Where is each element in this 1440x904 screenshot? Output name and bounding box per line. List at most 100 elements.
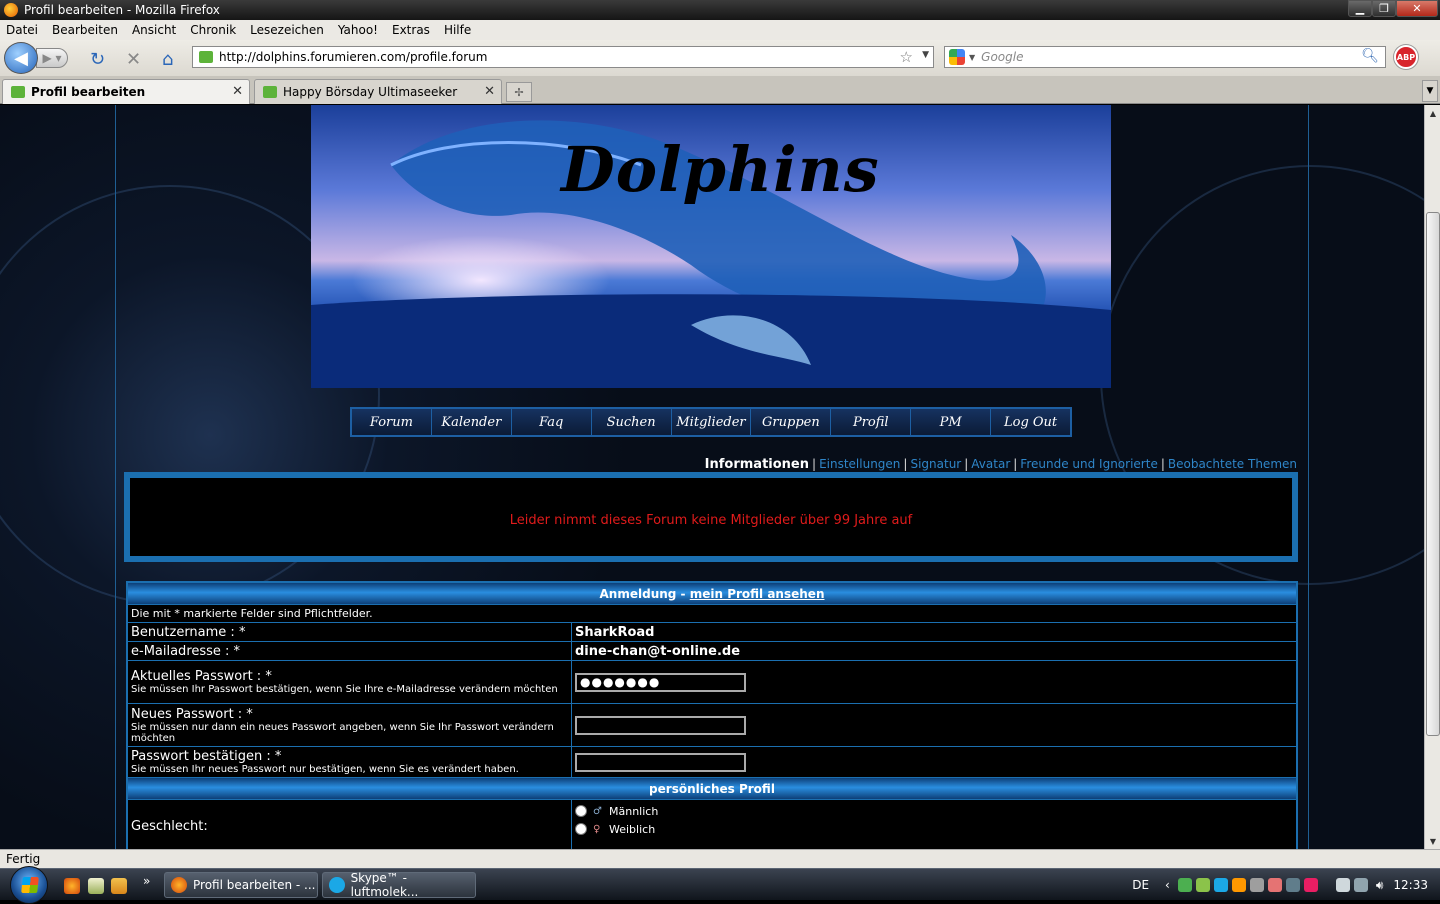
google-engine-icon[interactable] (949, 49, 965, 65)
adblock-plus-icon[interactable]: ABP (1394, 45, 1418, 69)
current-password-row: Aktuelles Passwort : * Sie müssen Ihr Pas… (128, 661, 1296, 704)
confirm-password-input[interactable] (575, 752, 746, 772)
menu-datei[interactable]: Datei (6, 23, 38, 37)
tray-app-icon[interactable] (1195, 878, 1210, 892)
home-icon[interactable]: ⌂ (162, 49, 173, 70)
tray-network-icon[interactable] (1249, 878, 1264, 892)
firefox-quicklaunch-icon[interactable] (64, 878, 80, 894)
menu-extras[interactable]: Extras (392, 23, 430, 37)
window-controls: ▁ ❐ ✕ (1348, 0, 1438, 17)
tray-expand-icon[interactable]: ‹ (1165, 878, 1170, 892)
personal-profile-header: persönliches Profil (128, 778, 1296, 800)
menu-yahoo[interactable]: Yahoo! (338, 23, 378, 37)
current-password-input[interactable]: ●●●●●●● (575, 672, 746, 692)
current-password-hint: Sie müssen Ihr Passwort bestätigen, wenn… (131, 684, 558, 695)
menu-hilfe[interactable]: Hilfe (444, 23, 471, 37)
tab-happy-borsday[interactable]: Happy Börsday Ultimaseeker ✕ (254, 79, 502, 104)
nav-faq[interactable]: Faq (511, 409, 592, 435)
tab-label: Profil bearbeiten (31, 85, 146, 99)
tab-list-dropdown-icon[interactable]: ▼ (1422, 80, 1438, 102)
nav-forum[interactable]: Forum (352, 409, 432, 435)
clock[interactable]: 12:33 (1393, 878, 1428, 892)
desktop-quicklaunch-icon[interactable] (88, 878, 104, 894)
taskbar-skype-button[interactable]: Skype™ - luftmolek... (322, 871, 476, 899)
menu-ansicht[interactable]: Ansicht (132, 23, 176, 37)
start-button[interactable] (10, 866, 48, 904)
male-symbol-icon: ♂ (593, 805, 602, 817)
subnav-beobachtete-themen[interactable]: Beobachtete Themen (1168, 457, 1297, 471)
close-window-button[interactable]: ✕ (1396, 0, 1438, 17)
taskbar-skype-label: Skype™ - luftmolek... (350, 871, 419, 899)
nav-suchen[interactable]: Suchen (591, 409, 672, 435)
tray-app-icon[interactable] (1303, 878, 1318, 892)
banner-title: Dolphins (561, 133, 880, 206)
tab-profil-bearbeiten[interactable]: Profil bearbeiten ✕ (2, 79, 250, 104)
form-header: Anmeldung - mein Profil ansehen (128, 583, 1296, 605)
nav-pm[interactable]: PM (911, 409, 992, 435)
new-tab-button[interactable]: ✢ (506, 82, 532, 102)
menu-bearbeiten[interactable]: Bearbeiten (52, 23, 118, 37)
tray-app-icon[interactable] (1267, 878, 1282, 892)
vertical-scrollbar[interactable]: ▲ ▼ (1424, 105, 1440, 849)
page-content: Dolphins Forum Kalender Faq Suchen Mitgl… (0, 105, 1424, 849)
site-favicon-icon (199, 51, 213, 63)
nav-gruppen[interactable]: Gruppen (751, 409, 832, 435)
tab-favicon-icon (263, 86, 277, 98)
language-indicator[interactable]: DE (1132, 878, 1149, 892)
taskbar-firefox-button[interactable]: Profil bearbeiten - ... (164, 872, 318, 898)
nav-mitglieder[interactable]: Mitglieder (671, 409, 752, 435)
profile-subnav: Informationen | Einstellungen | Signatur | Ava… (704, 457, 1297, 472)
nav-profil[interactable]: Profil (831, 409, 912, 435)
scrollbar-thumb[interactable] (1426, 212, 1440, 736)
nav-kalender[interactable]: Kalender (431, 409, 512, 435)
tray-app-icon[interactable] (1231, 878, 1246, 892)
forward-button[interactable]: ▶ ▾ (36, 48, 68, 68)
subnav-einstellungen[interactable]: Einstellungen (819, 457, 900, 471)
tray-app-icon[interactable] (1285, 878, 1300, 892)
gender-female-label: Weiblich (609, 822, 656, 836)
scroll-down-icon[interactable]: ▼ (1425, 833, 1440, 849)
reload-icon[interactable]: ↻ (90, 49, 105, 70)
confirm-password-label: Passwort bestätigen : * (131, 749, 282, 764)
subnav-signatur[interactable]: Signatur (910, 457, 961, 471)
tab-label: Happy Börsday Ultimaseeker (283, 85, 458, 99)
scroll-up-icon[interactable]: ▲ (1425, 105, 1440, 121)
close-tab-icon[interactable]: ✕ (232, 84, 243, 99)
minimize-button[interactable]: ▁ (1348, 0, 1372, 17)
email-label: e-Mailadresse : * (131, 643, 241, 659)
gender-male-option[interactable]: ♂ Männlich (575, 802, 658, 820)
tray-network-icon[interactable] (1353, 878, 1368, 892)
url-text: http://dolphins.forumieren.com/profile.f… (219, 50, 488, 64)
gender-female-option[interactable]: ♀ Weiblich (575, 820, 655, 838)
subnav-freunde[interactable]: Freunde und Ignorierte (1020, 457, 1158, 471)
tray-device-icon[interactable] (1335, 878, 1350, 892)
gender-label: Geschlecht: (131, 818, 208, 834)
url-bar[interactable]: http://dolphins.forumieren.com/profile.f… (192, 46, 934, 68)
menu-chronik[interactable]: Chronik (190, 23, 236, 37)
windows-logo-icon (21, 877, 39, 893)
search-bar[interactable]: ▼ Google 🔍︎ (944, 46, 1386, 68)
profile-form: Anmeldung - mein Profil ansehen Die mit … (126, 581, 1298, 849)
maximize-button[interactable]: ❐ (1372, 0, 1396, 17)
volume-icon[interactable]: 🔊︎ (1376, 878, 1384, 893)
url-dropdown-icon[interactable]: ▼ (922, 50, 929, 60)
new-password-input[interactable] (575, 715, 746, 735)
gender-male-radio[interactable] (575, 805, 587, 817)
tray-skype-icon[interactable] (1213, 878, 1228, 892)
new-password-row: Neues Passwort : * Sie müssen nur dann ei… (128, 704, 1296, 747)
back-button[interactable]: ◀ (4, 42, 38, 74)
search-icon[interactable]: 🔍︎ (1361, 48, 1379, 64)
media-quicklaunch-icon[interactable] (111, 878, 127, 894)
nav-log-out[interactable]: Log Out (991, 409, 1071, 435)
close-tab-icon[interactable]: ✕ (484, 84, 495, 99)
bookmark-star-icon[interactable]: ☆ (900, 48, 913, 66)
engine-dropdown-icon[interactable]: ▼ (969, 53, 975, 62)
menu-bar: Datei Bearbeiten Ansicht Chronik Lesezei… (0, 20, 1440, 40)
quicklaunch-overflow-icon[interactable]: » (143, 874, 150, 888)
stop-icon[interactable]: ✕ (126, 49, 141, 70)
view-profile-link[interactable]: mein Profil ansehen (690, 587, 825, 601)
menu-lesezeichen[interactable]: Lesezeichen (250, 23, 324, 37)
subnav-avatar[interactable]: Avatar (971, 457, 1010, 471)
tray-security-icon[interactable] (1177, 878, 1192, 892)
gender-female-radio[interactable] (575, 823, 587, 835)
